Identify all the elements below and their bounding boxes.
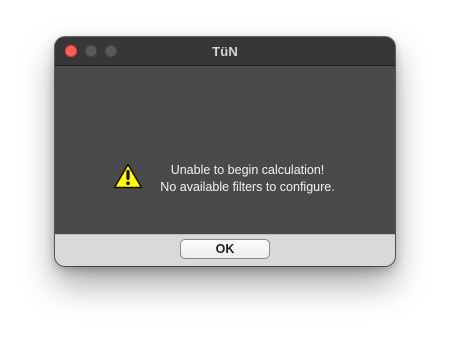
title-bar[interactable]: TüN [55, 37, 395, 66]
warning-icon [113, 163, 143, 189]
alert-message-line-2: No available filters to configure. [160, 180, 335, 194]
alert-message-line-1: Unable to begin calculation! [170, 163, 325, 177]
alert-window: TüN Unable to begin calculation! No avai… [55, 37, 395, 266]
window-title: TüN [212, 44, 238, 59]
dialog-content: Unable to begin calculation! No availabl… [55, 66, 395, 234]
alert-message: Unable to begin calculation! No availabl… [155, 162, 340, 196]
ok-button[interactable]: OK [180, 239, 270, 259]
button-bar: OK [55, 234, 395, 266]
